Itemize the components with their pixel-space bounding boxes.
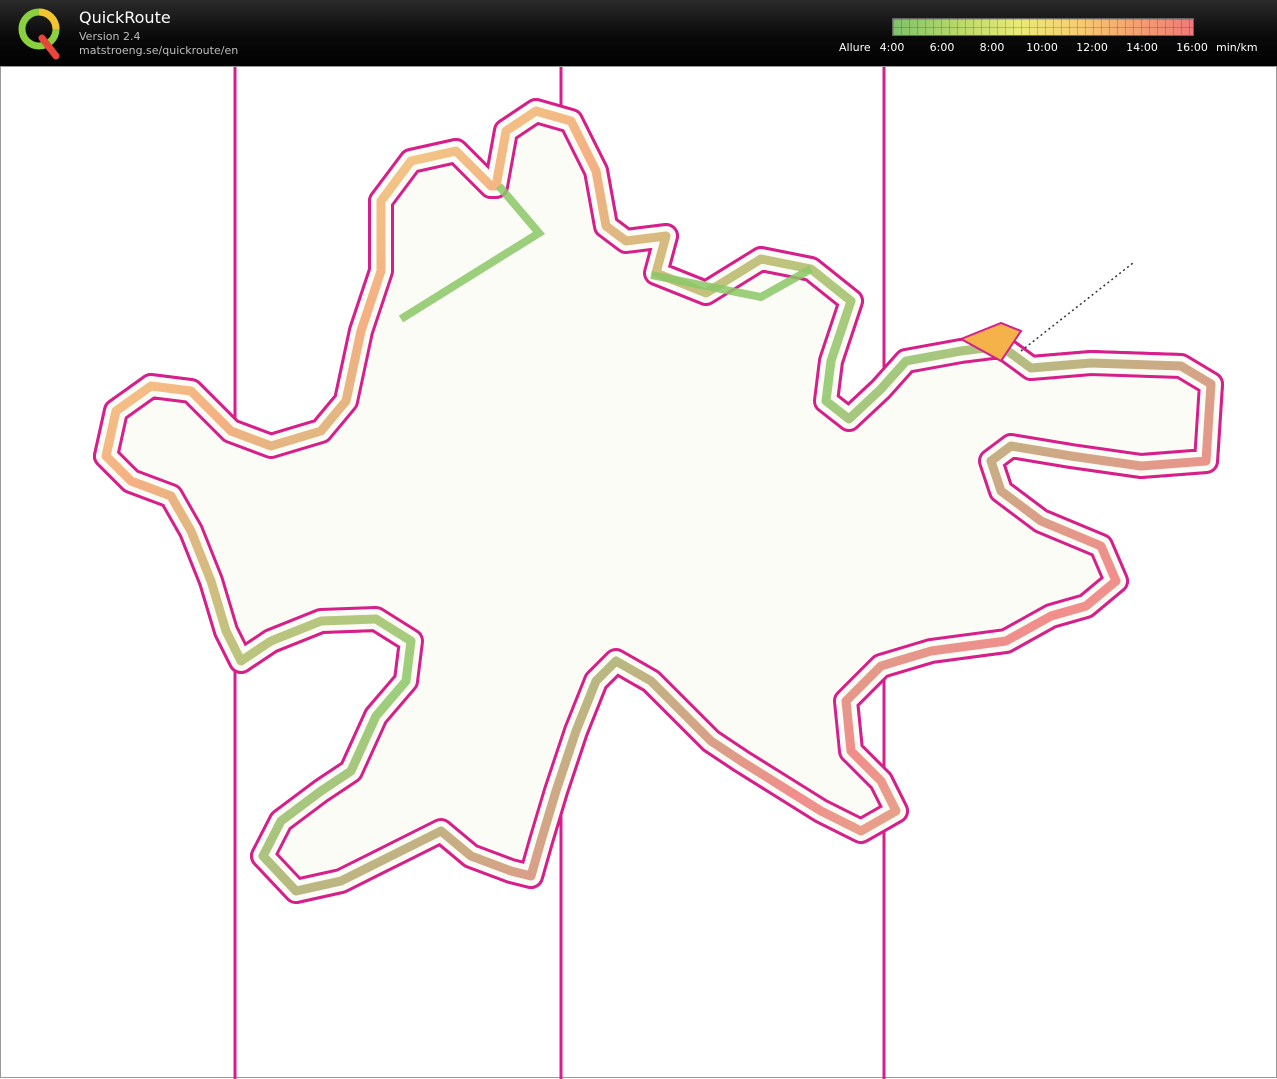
pace-tick: 14:00 <box>1126 41 1158 54</box>
app-header: QuickRoute Version 2.4 matstroeng.se/qui… <box>0 0 1277 66</box>
pace-tick: 10:00 <box>1026 41 1058 54</box>
quickroute-logo-icon <box>18 8 60 60</box>
app-url: matstroeng.se/quickroute/en <box>79 44 239 57</box>
pace-unit: min/km <box>1216 41 1258 54</box>
app-title: QuickRoute <box>79 8 171 27</box>
pace-gradient-bar <box>892 18 1194 36</box>
orienteering-map <box>93 67 1224 1079</box>
pace-tick: 4:00 <box>879 41 905 54</box>
finish-dotted-line <box>1020 262 1134 352</box>
pace-tick: 6:00 <box>929 41 955 54</box>
app-version: Version 2.4 <box>79 30 141 43</box>
pace-tick: 12:00 <box>1076 41 1108 54</box>
pace-legend-label: Allure <box>839 41 871 54</box>
pace-tick: 16:00 <box>1176 41 1208 54</box>
pace-tick: 8:00 <box>979 41 1005 54</box>
pace-legend: Allure 4:00 6:00 8:00 10:00 12:00 14:00 … <box>836 18 1266 62</box>
map-canvas[interactable] <box>0 66 1277 1079</box>
